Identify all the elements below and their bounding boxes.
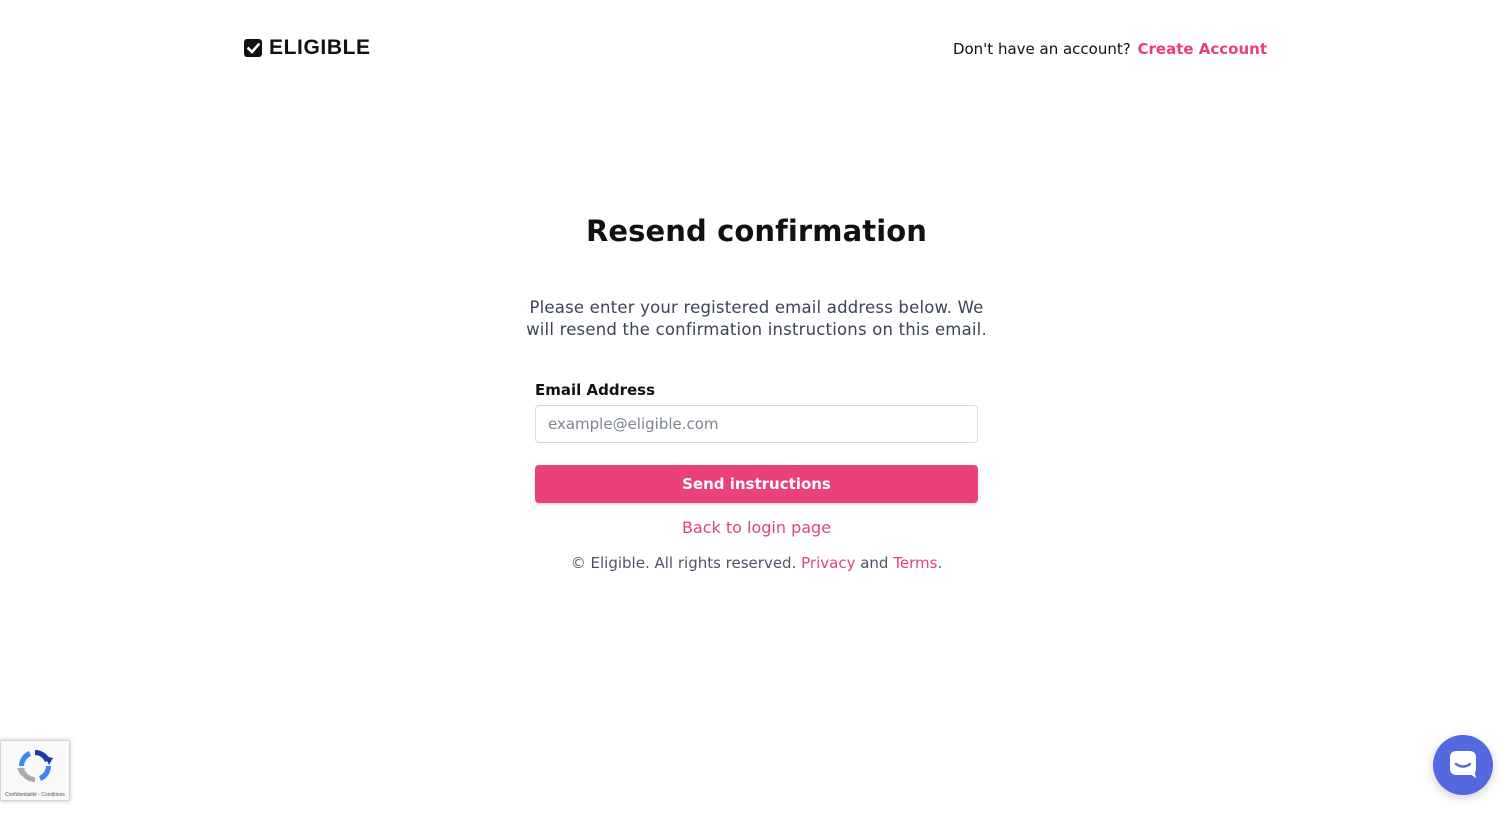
footer: © Eligible. All rights reserved. Privacy… — [535, 554, 978, 572]
footer-period: . — [937, 554, 943, 572]
signup-prompt-text: Don't have an account? — [952, 40, 1131, 58]
page-title: Resend confirmation — [585, 214, 928, 248]
logo-text: ELIGIBLE — [269, 36, 371, 59]
email-label: Email Address — [535, 381, 656, 399]
footer-and: and — [860, 554, 889, 572]
privacy-link[interactable]: Privacy — [801, 554, 855, 572]
chat-bubble-icon — [1448, 749, 1478, 782]
instructions-text: Please enter your registered email addre… — [526, 298, 987, 339]
signup-prompt: Don't have an account? Create Account — [953, 40, 1267, 58]
page: ELIGIBLE Don't have an account? Create A… — [0, 0, 1512, 814]
create-account-link[interactable]: Create Account — [1138, 40, 1268, 58]
email-field-group: Email Address — [535, 381, 978, 443]
chat-launcher-button[interactable] — [1433, 735, 1493, 795]
back-to-login-link[interactable]: Back to login page — [682, 518, 831, 537]
copyright-text: © Eligible. All rights reserved. — [570, 554, 797, 572]
send-instructions-button[interactable]: Send instructions — [535, 465, 978, 503]
checkbox-icon — [244, 39, 262, 57]
logo-link[interactable]: ELIGIBLE — [244, 36, 371, 60]
recaptcha-icon — [15, 746, 55, 790]
recaptcha-links[interactable]: Confidentialité - Conditions — [5, 792, 65, 798]
email-input[interactable] — [535, 405, 978, 443]
terms-link[interactable]: Terms — [893, 554, 937, 572]
recaptcha-badge[interactable]: Confidentialité - Conditions — [0, 740, 70, 801]
resend-confirmation-form: Resend confirmation Please enter your re… — [526, 212, 987, 572]
